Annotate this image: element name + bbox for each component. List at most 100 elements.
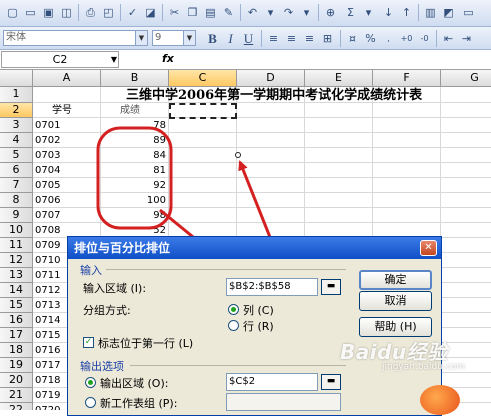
undo-dropdown-icon[interactable]: ▾ (262, 4, 279, 21)
cell-A19[interactable]: 0717 (35, 358, 60, 373)
row-header-13[interactable]: 13 (0, 268, 33, 283)
close-icon[interactable]: ✕ (420, 240, 437, 256)
cell-A4[interactable]: 0702 (35, 133, 60, 148)
row-header-10[interactable]: 10 (0, 223, 33, 238)
cell-B9[interactable]: 98 (101, 208, 166, 223)
cell-B3[interactable]: 78 (101, 118, 166, 133)
increase-decimal-icon[interactable]: +0 (398, 30, 415, 47)
name-box[interactable]: C2 ▼ (1, 51, 119, 68)
collapse-dialog-icon[interactable]: ▬ (321, 279, 341, 295)
redo-icon[interactable]: ↷ (280, 4, 297, 21)
drawing-icon[interactable]: ◩ (440, 4, 457, 21)
save-icon[interactable]: ▣ (40, 4, 57, 21)
selected-cell-C2[interactable] (169, 103, 237, 119)
cell-A13[interactable]: 0711 (35, 268, 60, 283)
percent-button[interactable]: % (362, 30, 379, 47)
align-right-icon[interactable]: ≡ (301, 30, 318, 47)
column-header-E[interactable]: E (305, 70, 373, 87)
cell-A17[interactable]: 0715 (35, 328, 60, 343)
cell-A14[interactable]: 0712 (35, 283, 60, 298)
cell-B7[interactable]: 92 (101, 178, 166, 193)
italic-button[interactable]: I (222, 30, 239, 47)
labels-first-row-checkbox[interactable]: ✓ (83, 337, 94, 348)
cell-A22[interactable]: 0720 (35, 403, 60, 410)
decrease-indent-icon[interactable]: ⇤ (440, 30, 457, 47)
row-header-8[interactable]: 8 (0, 193, 33, 208)
autosum-dropdown-icon[interactable]: ▾ (360, 4, 377, 21)
research-icon[interactable]: ◪ (142, 4, 159, 21)
align-left-icon[interactable]: ≡ (265, 30, 282, 47)
output-range-field[interactable]: $C$2 (226, 373, 318, 391)
redo-dropdown-icon[interactable]: ▾ (298, 4, 315, 21)
open-icon[interactable]: ▭ (22, 4, 39, 21)
bold-button[interactable]: B (204, 30, 221, 47)
row-header-1[interactable]: 1 (0, 87, 33, 103)
new-sheet-field[interactable] (226, 393, 341, 411)
cut-icon[interactable]: ✂ (166, 4, 183, 21)
row-header-19[interactable]: 19 (0, 358, 33, 373)
cell-B6[interactable]: 81 (101, 163, 166, 178)
column-header-C[interactable]: C (169, 70, 237, 87)
row-header-4[interactable]: 4 (0, 133, 33, 148)
dialog-titlebar[interactable]: 排位与百分比排位 ✕ (68, 237, 441, 259)
cell-B2[interactable]: 成绩 (120, 103, 140, 118)
column-header-G[interactable]: G (441, 70, 491, 87)
by-column-radio[interactable] (228, 304, 239, 315)
cell-A15[interactable]: 0713 (35, 298, 60, 313)
permission-icon[interactable]: ◫ (58, 4, 75, 21)
column-header-A[interactable]: A (33, 70, 101, 87)
chart-wizard-icon[interactable]: ▥ (422, 4, 439, 21)
chevron-down-icon[interactable]: ▼ (183, 31, 195, 45)
row-header-17[interactable]: 17 (0, 328, 33, 343)
comma-style-icon[interactable]: , (380, 30, 397, 47)
cell-A7[interactable]: 0705 (35, 178, 60, 193)
output-range-radio[interactable] (85, 377, 96, 388)
cell-A5[interactable]: 0703 (35, 148, 60, 163)
chevron-down-icon[interactable]: ▼ (111, 53, 117, 66)
cell-B4[interactable]: 89 (101, 133, 166, 148)
cancel-button[interactable]: 取消 (359, 291, 432, 311)
row-header-18[interactable]: 18 (0, 343, 33, 358)
column-header-F[interactable]: F (373, 70, 441, 87)
cell-A12[interactable]: 0710 (35, 253, 60, 268)
cell-A10[interactable]: 0708 (35, 223, 60, 238)
new-sheet-radio[interactable] (85, 397, 96, 408)
paste-icon[interactable]: ▤ (202, 4, 219, 21)
row-header-9[interactable]: 9 (0, 208, 33, 223)
row-header-6[interactable]: 6 (0, 163, 33, 178)
new-icon[interactable]: ▢ (4, 4, 21, 21)
cell-A2[interactable]: 学号 (52, 103, 72, 118)
row-header-14[interactable]: 14 (0, 283, 33, 298)
ok-button[interactable]: 确定 (359, 270, 432, 290)
row-header-16[interactable]: 16 (0, 313, 33, 328)
spelling-icon[interactable]: ✓ (124, 4, 141, 21)
select-all-corner[interactable] (0, 70, 33, 87)
cell-A9[interactable]: 0707 (35, 208, 60, 223)
input-range-field[interactable]: $B$2:$B$58 (226, 278, 318, 296)
column-header-B[interactable]: B (101, 70, 169, 87)
row-header-20[interactable]: 20 (0, 373, 33, 388)
cell-A11[interactable]: 0709 (35, 238, 60, 253)
cell-A18[interactable]: 0716 (35, 343, 60, 358)
font-name-combo[interactable]: 宋体 ▼ (3, 30, 148, 46)
row-header-5[interactable]: 5 (0, 148, 33, 163)
row-header-21[interactable]: 21 (0, 388, 33, 403)
align-center-icon[interactable]: ≡ (283, 30, 300, 47)
sort-descending-icon[interactable]: ↑ (398, 4, 415, 21)
collapse-dialog-icon[interactable]: ▬ (321, 374, 341, 390)
cell-A6[interactable]: 0704 (35, 163, 60, 178)
column-header-D[interactable]: D (237, 70, 305, 87)
undo-icon[interactable]: ↶ (244, 4, 261, 21)
row-header-3[interactable]: 3 (0, 118, 33, 133)
copy-icon[interactable]: ❐ (184, 4, 201, 21)
cell-A8[interactable]: 0706 (35, 193, 60, 208)
underline-button[interactable]: U (240, 30, 257, 47)
zoom-icon[interactable]: ▭ (460, 4, 477, 21)
hyperlink-icon[interactable]: ⊕ (322, 4, 339, 21)
by-row-radio[interactable] (228, 320, 239, 331)
cell-A16[interactable]: 0714 (35, 313, 60, 328)
row-header-12[interactable]: 12 (0, 253, 33, 268)
row-header-15[interactable]: 15 (0, 298, 33, 313)
decrease-decimal-icon[interactable]: -0 (416, 30, 433, 47)
print-preview-icon[interactable]: ◰ (100, 4, 117, 21)
